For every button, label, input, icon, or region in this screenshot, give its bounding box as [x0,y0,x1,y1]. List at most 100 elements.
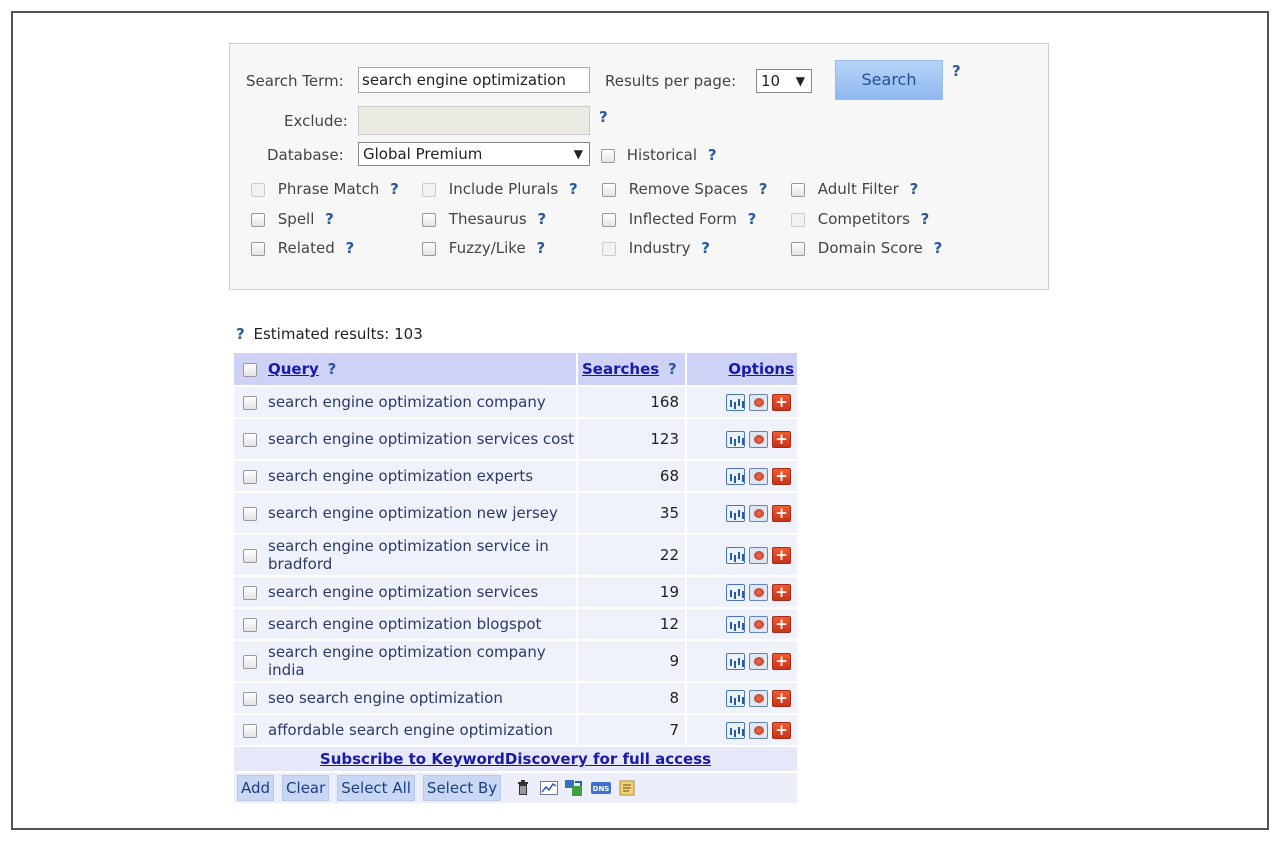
chart-icon[interactable] [726,431,745,448]
row-checkbox[interactable] [243,395,257,410]
options-link[interactable]: Options [728,360,794,378]
option-thesaurus[interactable]: Thesaurus ? [422,210,546,228]
notes-icon[interactable] [619,780,637,796]
adult-filter-help-icon[interactable]: ? [910,180,919,198]
exclude-help-icon[interactable]: ? [599,108,608,126]
export-icon[interactable] [565,780,583,796]
add-icon[interactable]: + [772,394,791,411]
search-term-input[interactable]: search engine optimization [358,67,590,93]
query-cell[interactable]: search engine optimization company india [266,639,576,681]
option-spell[interactable]: Spell ? [251,210,334,228]
database-select[interactable]: Global Premium ▼ [358,142,590,166]
include-plurals-help-icon[interactable]: ? [569,180,578,198]
competitors-checkbox[interactable] [791,212,805,227]
thesaurus-checkbox[interactable] [422,212,436,227]
include-plurals-checkbox[interactable] [422,182,436,197]
option-inflected-form[interactable]: Inflected Form ? [602,210,756,228]
globe-icon[interactable] [749,547,768,564]
add-button[interactable]: Add [237,775,275,801]
option-competitors[interactable]: Competitors ? [791,210,929,228]
query-cell[interactable]: seo search engine optimization [266,681,576,713]
clear-button[interactable]: Clear [282,775,330,801]
globe-icon[interactable] [749,722,768,739]
historical-checkbox[interactable] [601,148,615,163]
query-cell[interactable]: affordable search engine optimization [266,713,576,745]
chart-icon[interactable] [726,653,745,670]
dns-icon[interactable]: DNS [591,780,612,796]
add-icon[interactable]: + [772,584,791,601]
exclude-input[interactable] [358,106,590,135]
row-checkbox[interactable] [243,617,257,632]
remove-spaces-help-icon[interactable]: ? [759,180,768,198]
chart-icon[interactable] [726,690,745,707]
domain-score-help-icon[interactable]: ? [934,239,943,257]
query-cell[interactable]: search engine optimization experts [266,459,576,491]
globe-icon[interactable] [749,394,768,411]
trend-chart-icon[interactable] [539,780,558,796]
row-checkbox[interactable] [243,723,257,738]
option-remove-spaces[interactable]: Remove Spaces ? [602,180,767,198]
row-checkbox[interactable] [243,585,257,600]
spell-help-icon[interactable]: ? [325,210,334,228]
remove-spaces-checkbox[interactable] [602,182,616,197]
row-checkbox[interactable] [243,506,257,521]
competitors-help-icon[interactable]: ? [921,210,930,228]
globe-icon[interactable] [749,584,768,601]
chart-icon[interactable] [726,547,745,564]
thesaurus-help-icon[interactable]: ? [537,210,546,228]
add-icon[interactable]: + [772,505,791,522]
phrase-match-checkbox[interactable] [251,182,265,197]
row-checkbox[interactable] [243,548,257,563]
inflected-form-checkbox[interactable] [602,212,616,227]
phrase-match-help-icon[interactable]: ? [390,180,399,198]
spell-checkbox[interactable] [251,212,265,227]
historical-help-icon[interactable]: ? [708,146,717,164]
query-sort-link[interactable]: Query [268,360,319,378]
domain-score-checkbox[interactable] [791,241,805,256]
row-checkbox[interactable] [243,469,257,484]
search-help-icon[interactable]: ? [952,62,961,80]
chart-icon[interactable] [726,505,745,522]
query-cell[interactable]: search engine optimization services cost [266,417,576,459]
add-icon[interactable]: + [772,468,791,485]
industry-checkbox[interactable] [602,241,616,256]
globe-icon[interactable] [749,616,768,633]
row-checkbox[interactable] [243,691,257,706]
option-related[interactable]: Related ? [251,239,354,257]
searches-sort-link[interactable]: Searches [582,360,659,378]
inflected-form-help-icon[interactable]: ? [748,210,757,228]
searches-help-icon[interactable]: ? [668,360,677,378]
row-checkbox[interactable] [243,654,257,669]
related-checkbox[interactable] [251,241,265,256]
add-icon[interactable]: + [772,690,791,707]
option-industry[interactable]: Industry ? [602,239,710,257]
add-icon[interactable]: + [772,616,791,633]
globe-icon[interactable] [749,505,768,522]
globe-icon[interactable] [749,431,768,448]
related-help-icon[interactable]: ? [346,239,355,257]
option-include-plurals[interactable]: Include Plurals ? [422,180,578,198]
select-by-button[interactable]: Select By [422,775,502,801]
query-cell[interactable]: search engine optimization new jersey [266,491,576,533]
fuzzy-like-help-icon[interactable]: ? [536,239,545,257]
query-help-icon[interactable]: ? [328,360,337,378]
select-all-button[interactable]: Select All [337,775,415,801]
query-cell[interactable]: search engine optimization blogspot [266,607,576,639]
add-icon[interactable]: + [772,431,791,448]
search-button[interactable]: Search [835,60,943,100]
globe-icon[interactable] [749,653,768,670]
option-domain-score[interactable]: Domain Score ? [791,239,942,257]
results-per-page-select[interactable]: 10 ▼ [756,69,812,93]
globe-icon[interactable] [749,690,768,707]
add-icon[interactable]: + [772,547,791,564]
chart-icon[interactable] [726,616,745,633]
subscribe-link[interactable]: Subscribe to KeywordDiscovery for full a… [320,750,711,768]
query-cell[interactable]: search engine optimization service in br… [266,533,576,575]
option-phrase-match[interactable]: Phrase Match ? [251,180,399,198]
globe-icon[interactable] [749,468,768,485]
query-cell[interactable]: search engine optimization company [266,385,576,417]
chart-icon[interactable] [726,584,745,601]
chart-icon[interactable] [726,394,745,411]
option-fuzzy-like[interactable]: Fuzzy/Like ? [422,239,545,257]
option-adult-filter[interactable]: Adult Filter ? [791,180,918,198]
